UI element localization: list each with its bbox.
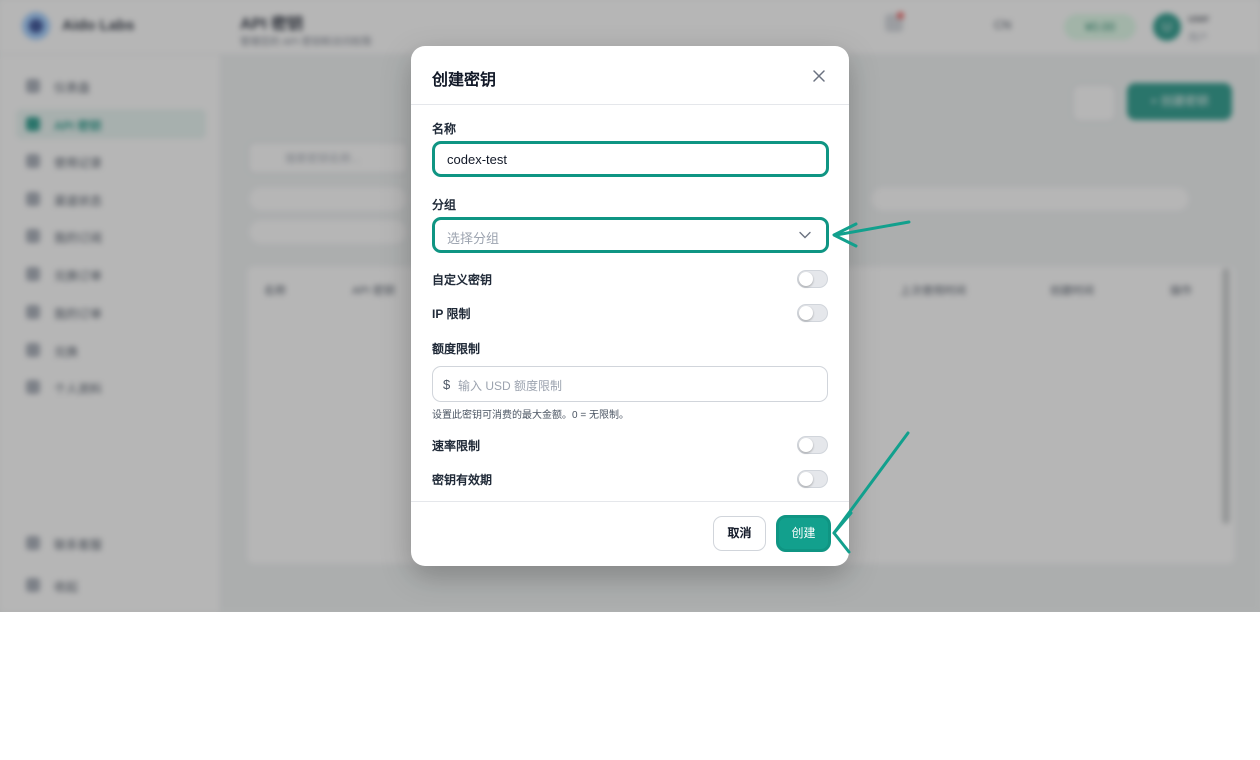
create-button[interactable]: 创建 [776, 515, 831, 552]
group-select[interactable]: 选择分组 [432, 217, 829, 253]
toggle-knob [799, 472, 813, 486]
toggle-knob [799, 306, 813, 320]
quota-placeholder: 输入 USD 额度限制 [458, 379, 563, 393]
group-placeholder: 选择分组 [447, 231, 500, 246]
ip-limit-label: IP 限制 [432, 307, 471, 321]
group-label: 分组 [432, 198, 457, 212]
currency-symbol: $ [443, 377, 451, 392]
toggle-knob [799, 272, 813, 286]
ip-limit-toggle[interactable] [797, 304, 828, 322]
expiry-label: 密钥有效期 [432, 473, 493, 487]
rate-limit-toggle[interactable] [797, 436, 828, 454]
chevron-down-icon [799, 231, 811, 239]
dialog-title: 创建密钥 [432, 72, 497, 89]
custom-key-label: 自定义密钥 [432, 273, 493, 287]
create-key-dialog: 创建密钥 名称 codex-test 分组 选择分组 自定义密钥 IP 限制 额… [411, 46, 849, 566]
close-icon[interactable] [809, 66, 829, 86]
quota-label: 额度限制 [432, 342, 481, 356]
header-divider [411, 104, 849, 105]
quota-help-text: 设置此密钥可消费的最大金额。0 = 无限制。 [432, 410, 629, 421]
footer-divider [411, 501, 849, 502]
custom-key-toggle[interactable] [797, 270, 828, 288]
expiry-toggle[interactable] [797, 470, 828, 488]
quota-input[interactable]: $ 输入 USD 额度限制 [432, 366, 828, 402]
cancel-button[interactable]: 取消 [713, 516, 766, 551]
toggle-knob [799, 438, 813, 452]
name-label: 名称 [432, 122, 457, 136]
name-input-value: codex-test [447, 152, 507, 167]
rate-limit-label: 速率限制 [432, 439, 481, 453]
